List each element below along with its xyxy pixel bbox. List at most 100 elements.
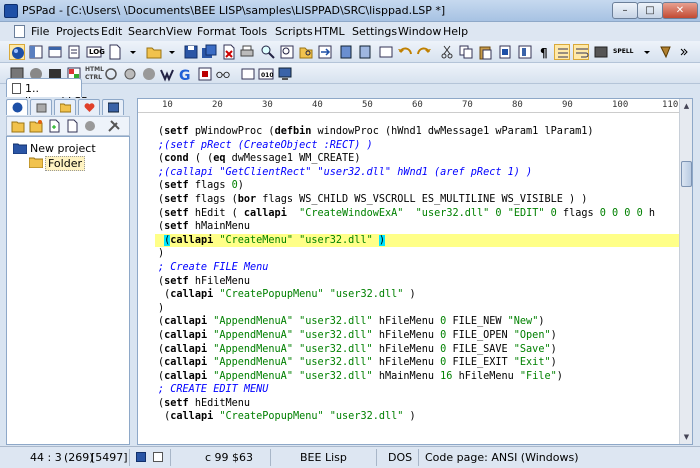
monitor-icon[interactable]: [277, 66, 293, 82]
code-line[interactable]: (callapi "CreatePopupMenu" "user32.dll" …: [158, 288, 680, 302]
maximize-button[interactable]: □: [637, 2, 663, 19]
save-icon[interactable]: [183, 44, 199, 60]
log-icon[interactable]: LOG: [86, 44, 105, 60]
tree-item-new-project[interactable]: New project: [30, 142, 96, 155]
pspad-app-icon[interactable]: [4, 4, 18, 18]
line-numbers-icon[interactable]: [554, 44, 570, 60]
tab-lisppad[interactable]: 1.. lisppad.LSP: [6, 78, 88, 108]
new-file-icon[interactable]: [107, 44, 123, 60]
undo-icon[interactable]: [397, 44, 413, 60]
toolbar-overflow-icon[interactable]: [676, 44, 688, 60]
close-file-icon[interactable]: [221, 44, 237, 60]
open-project-icon[interactable]: [29, 119, 43, 133]
vertical-scrollbar[interactable]: ▲ ▼: [679, 99, 692, 444]
menu-view[interactable]: View: [166, 25, 192, 38]
new-project-icon[interactable]: [11, 119, 25, 133]
tab-explorer[interactable]: [102, 99, 124, 115]
project-view-icon[interactable]: [9, 44, 25, 60]
redo-icon[interactable]: [416, 44, 432, 60]
find-replace-icon[interactable]: [279, 44, 295, 60]
line-ending[interactable]: DOS: [388, 451, 412, 464]
menu-file[interactable]: File: [31, 25, 49, 38]
open-dropdown-icon[interactable]: [164, 44, 175, 60]
code-line[interactable]: (callapi "CreatePopupMenu" "user32.dll" …: [158, 410, 680, 424]
menu-settings[interactable]: Settings: [352, 25, 397, 38]
scroll-down-arrow-icon[interactable]: ▼: [680, 430, 692, 444]
code-line[interactable]: (setf flags 0): [158, 179, 680, 193]
spell-dropdown-icon[interactable]: [639, 44, 650, 60]
code-line[interactable]: (callapi "AppendMenuA" "user32.dll" hMai…: [158, 370, 680, 384]
code-line[interactable]: (setf hFileMenu: [158, 275, 680, 289]
menu-help[interactable]: Help: [443, 25, 468, 38]
menu-projects[interactable]: Projects: [56, 25, 99, 38]
menu-edit[interactable]: Edit: [101, 25, 122, 38]
column-block-icon[interactable]: [517, 44, 533, 60]
paste-icon[interactable]: [477, 44, 493, 60]
next-bookmark-icon[interactable]: [357, 44, 373, 60]
bookmark-icon[interactable]: [338, 44, 354, 60]
clipboard-icon[interactable]: [497, 44, 513, 60]
block-icon[interactable]: [593, 44, 609, 60]
code-line[interactable]: (callapi "AppendMenuA" "user32.dll" hFil…: [158, 315, 680, 329]
menu-scripts[interactable]: Scripts: [275, 25, 313, 38]
split-view-icon[interactable]: [28, 44, 44, 60]
add-file-icon[interactable]: [47, 119, 61, 133]
clear-bookmarks-icon[interactable]: [378, 44, 394, 60]
remove-file-icon[interactable]: [65, 119, 79, 133]
code-line[interactable]: (callapi "AppendMenuA" "user32.dll" hFil…: [158, 329, 680, 343]
menu-format[interactable]: Format: [197, 25, 236, 38]
tab-files[interactable]: [30, 99, 52, 115]
tab-favorites[interactable]: [78, 99, 100, 115]
save-all-icon[interactable]: [201, 44, 217, 60]
w3c-validator-icon[interactable]: [159, 66, 175, 82]
code-line[interactable]: (cond ( (eq dwMessage1 WM_CREATE): [158, 152, 680, 166]
clip-icon[interactable]: [66, 44, 82, 60]
project-settings-icon[interactable]: [107, 119, 121, 133]
code-line[interactable]: (callapi "CreateMenu" "user32.dll" ): [155, 233, 680, 248]
menu-search[interactable]: Search: [128, 25, 166, 38]
minimize-button[interactable]: –: [612, 2, 638, 19]
hex-edit-icon[interactable]: 010: [258, 66, 274, 82]
refresh-icon[interactable]: [83, 119, 97, 133]
code-line[interactable]: (callapi "AppendMenuA" "user32.dll" hFil…: [158, 356, 680, 370]
tab-ftp[interactable]: [54, 99, 76, 115]
find-icon[interactable]: [260, 44, 276, 60]
document-menu-icon[interactable]: [14, 25, 25, 38]
code-area[interactable]: (setf pWindowProc (defbin windowProc (hW…: [155, 125, 680, 424]
find-in-files-icon[interactable]: [298, 44, 314, 60]
stop-icon[interactable]: [197, 66, 213, 82]
ascii-table-icon[interactable]: [123, 66, 139, 82]
gray-circle-icon[interactable]: [141, 66, 157, 82]
menu-tools[interactable]: Tools: [240, 25, 267, 38]
scroll-thumb[interactable]: [681, 161, 692, 187]
scroll-up-arrow-icon[interactable]: ▲: [680, 99, 692, 113]
tree-item-folder[interactable]: Folder: [45, 156, 85, 171]
code-editor[interactable]: 1020304050607080901001101201301401501601…: [137, 98, 693, 445]
code-line[interactable]: (setf flags (bor flags WS_CHILD WS_VSCRO…: [158, 193, 680, 207]
cut-icon[interactable]: [439, 44, 455, 60]
open-folder-icon[interactable]: [146, 44, 162, 60]
code-line[interactable]: (setf hMainMenu: [158, 220, 680, 234]
code-line[interactable]: ;(callapi "GetClientRect" "user32.dll" h…: [158, 166, 680, 180]
syntax-highlighter[interactable]: BEE Lisp: [300, 451, 347, 464]
code-line[interactable]: ; Create FILE Menu: [158, 261, 680, 275]
html-tidy-icon[interactable]: HTML CTRL: [85, 66, 104, 82]
color-picker-icon[interactable]: [657, 44, 673, 60]
close-button[interactable]: ✕: [662, 2, 698, 19]
window-icon[interactable]: [47, 44, 63, 60]
menu-window[interactable]: Window: [398, 25, 441, 38]
code-explorer-icon[interactable]: [104, 66, 120, 82]
preview-icon[interactable]: [240, 66, 256, 82]
new-file-dropdown-icon[interactable]: [125, 44, 136, 60]
code-line[interactable]: (setf pWindowProc (defbin windowProc (hW…: [158, 125, 680, 139]
goto-line-icon[interactable]: [317, 44, 333, 60]
tab-projects[interactable]: [6, 99, 28, 115]
code-line[interactable]: ;(setf pRect (CreateObject :RECT) ): [158, 139, 680, 153]
code-line[interactable]: (callapi "AppendMenuA" "user32.dll" hFil…: [158, 343, 680, 357]
code-line[interactable]: (setf hEdit ( callapi "CreateWindowExA" …: [158, 207, 680, 221]
code-line[interactable]: ): [158, 302, 680, 316]
code-line[interactable]: (setf hEditMenu: [158, 397, 680, 411]
menu-html[interactable]: HTML: [314, 25, 345, 38]
google-icon[interactable]: G: [177, 66, 193, 82]
glasses-icon[interactable]: [215, 66, 233, 82]
